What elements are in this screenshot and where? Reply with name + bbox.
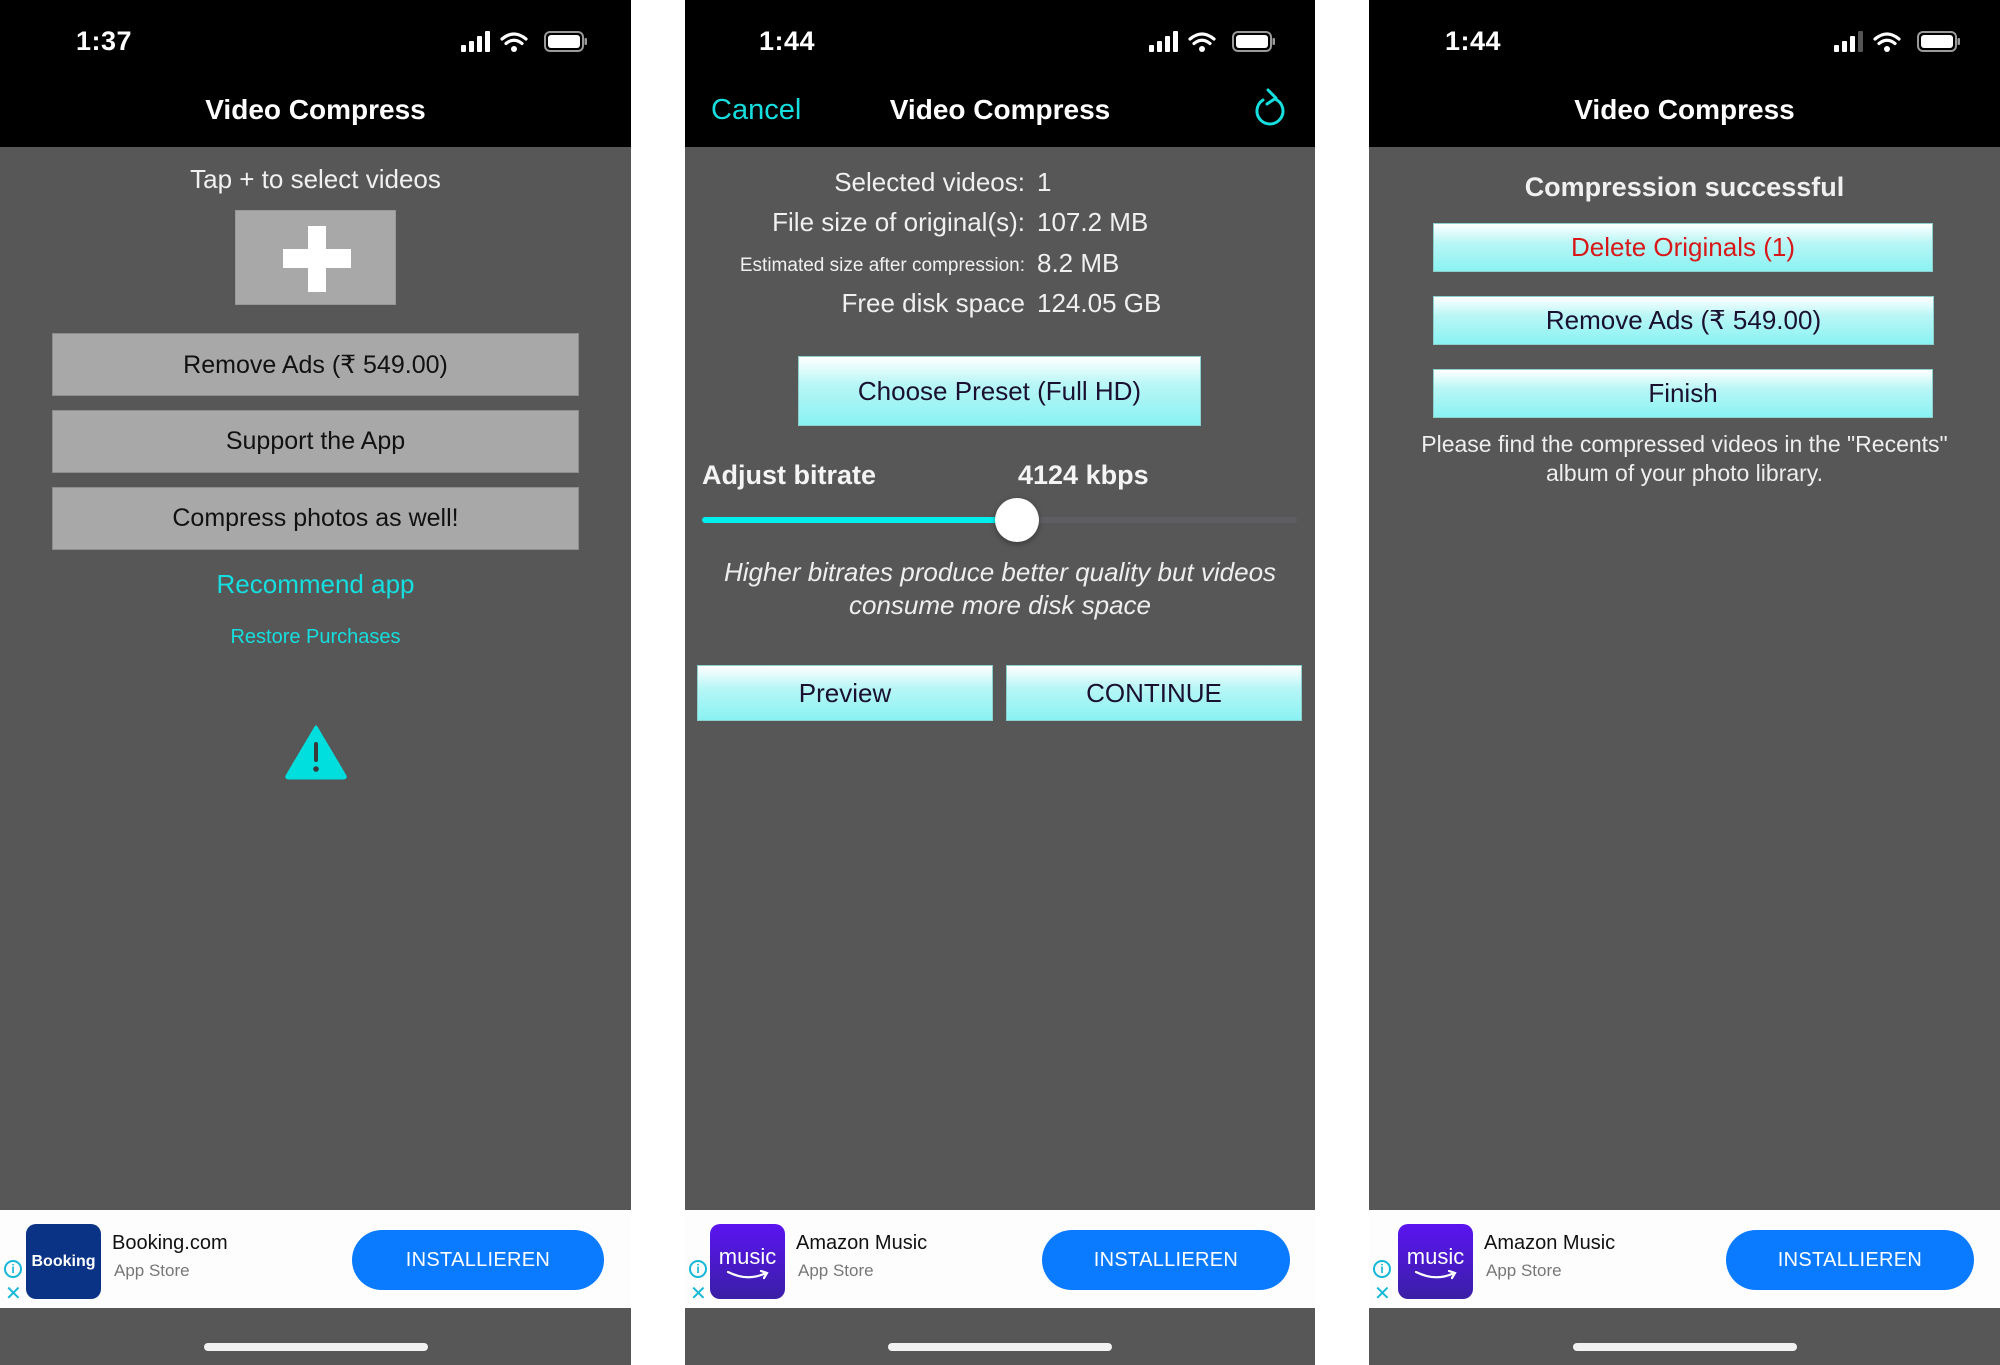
info-label: Selected videos: — [834, 167, 1025, 197]
wifi-icon — [500, 32, 528, 46]
ad-info-icon[interactable]: i — [1373, 1260, 1391, 1278]
status-time: 1:44 — [759, 26, 816, 56]
ad-title: Booking.com — [112, 1232, 228, 1254]
ad-subtitle: App Store — [1486, 1261, 1562, 1280]
finish-button[interactable]: Finish — [1433, 369, 1933, 418]
page-title: Video Compress — [1574, 94, 1795, 125]
ad-close-icon[interactable]: ✕ — [5, 1284, 22, 1304]
slider-thumb[interactable] — [995, 498, 1040, 542]
continue-button[interactable]: CONTINUE — [1006, 665, 1302, 721]
refresh-icon[interactable] — [1249, 86, 1289, 130]
wifi-dot — [1884, 46, 1890, 52]
install-button[interactable]: INSTALLIEREN — [1726, 1230, 1974, 1290]
screen-home: 1:37 Video Compress Tap + to select vide… — [0, 0, 631, 1365]
app-icon-text: music — [718, 1243, 777, 1269]
wifi-icon — [1188, 32, 1216, 46]
status-icons — [1149, 31, 1275, 52]
page-title: Video Compress — [205, 94, 426, 125]
select-videos-prompt: Tap + to select videos — [190, 164, 441, 194]
warning-triangle-icon[interactable] — [284, 724, 348, 780]
amazon-music-app-icon[interactable]: music — [1398, 1224, 1473, 1299]
result-message: Please find the compressed videos in the… — [1421, 431, 1948, 486]
status-time: 1:44 — [1445, 26, 1502, 56]
info-row-estimated-size: Estimated size after compression: 8.2 MB — [685, 247, 1315, 283]
screen-compress-settings: 1:44 Cancel Video Compress Selected vide… — [685, 0, 1315, 1365]
bitrate-value: 4124 kbps — [1018, 460, 1149, 490]
slider-fill — [702, 517, 1018, 523]
home-indicator[interactable] — [203, 1343, 428, 1351]
bitrate-label: Adjust bitrate — [702, 460, 877, 490]
info-label: File size of original(s): — [772, 207, 1025, 237]
remove-ads-button[interactable]: Remove Ads (₹ 549.00) — [52, 333, 579, 396]
compress-photos-button[interactable]: Compress photos as well! — [52, 487, 579, 550]
info-row-original-size: File size of original(s): 107.2 MB — [685, 206, 1315, 242]
ad-banner[interactable]: i ✕ music Amazon Music App Store INSTALL… — [685, 1210, 1315, 1308]
app-icon-text: music — [1406, 1243, 1465, 1269]
ad-title: Amazon Music — [796, 1232, 928, 1254]
status-time: 1:37 — [76, 26, 133, 56]
plus-icon-vertical — [308, 226, 326, 292]
add-videos-button[interactable] — [235, 210, 396, 305]
wifi-icon — [1873, 32, 1901, 46]
status-icons — [1834, 31, 1960, 52]
ad-info-icon[interactable]: i — [4, 1260, 22, 1278]
install-button[interactable]: INSTALLIEREN — [1042, 1230, 1290, 1290]
navigation-bar: 1:37 Video Compress — [0, 0, 631, 147]
status-icons — [461, 31, 587, 52]
amazon-music-app-icon[interactable]: music — [710, 1224, 785, 1299]
result-heading: Compression successful — [1524, 172, 1845, 202]
info-value: 107.2 MB — [1037, 207, 1149, 237]
ad-subtitle: App Store — [114, 1261, 190, 1280]
support-app-button[interactable]: Support the App — [52, 410, 579, 473]
cellular-signal-icon — [1149, 31, 1178, 52]
bitrate-slider[interactable] — [702, 498, 1297, 542]
info-value: 124.05 GB — [1037, 288, 1162, 318]
navigation-bar: 1:44 Video Compress — [1369, 0, 2000, 147]
smile-arrow-icon — [726, 1269, 769, 1279]
recommend-app-link[interactable]: Recommend app — [0, 569, 631, 600]
ad-banner[interactable]: i ✕ music Amazon Music App Store INSTALL… — [1369, 1210, 2000, 1308]
remove-ads-button[interactable]: Remove Ads (₹ 549.00) — [1433, 296, 1934, 345]
cellular-signal-icon — [1834, 31, 1863, 52]
info-label: Estimated size after compression: — [739, 255, 1025, 276]
page-title: Video Compress — [889, 94, 1111, 125]
ad-subtitle: App Store — [798, 1261, 874, 1280]
wifi-dot — [1199, 46, 1205, 52]
ad-banner[interactable]: i ✕ Booking Booking.com App Store INSTAL… — [0, 1210, 631, 1308]
battery-icon — [544, 31, 587, 52]
install-button[interactable]: INSTALLIEREN — [352, 1230, 604, 1290]
delete-originals-button[interactable]: Delete Originals (1) — [1433, 223, 1933, 272]
home-indicator[interactable] — [888, 1343, 1112, 1351]
navigation-bar: 1:44 Cancel Video Compress — [685, 0, 1315, 147]
info-value: 1 — [1037, 167, 1052, 197]
cellular-signal-icon — [461, 31, 490, 52]
ad-close-icon[interactable]: ✕ — [1374, 1284, 1391, 1304]
info-value: 8.2 MB — [1037, 248, 1120, 278]
info-label: Free disk space — [841, 288, 1025, 318]
restore-purchases-link[interactable]: Restore Purchases — [0, 626, 631, 649]
preview-button[interactable]: Preview — [697, 665, 993, 721]
ad-close-icon[interactable]: ✕ — [690, 1284, 707, 1304]
info-row-selected: Selected videos: 1 — [685, 166, 1315, 202]
smile-arrow-icon — [1414, 1269, 1457, 1279]
battery-icon — [1232, 31, 1275, 52]
battery-icon — [1917, 31, 1960, 52]
ad-title: Amazon Music — [1484, 1232, 1616, 1254]
wifi-dot — [511, 46, 517, 52]
screen-compression-result: 1:44 Video Compress Compression successf… — [1369, 0, 2000, 1365]
booking-app-icon[interactable]: Booking — [26, 1224, 101, 1299]
ad-info-icon[interactable]: i — [689, 1260, 707, 1278]
choose-preset-button[interactable]: Choose Preset (Full HD) — [798, 356, 1201, 426]
bitrate-hint: Higher bitrates produce better quality b… — [723, 557, 1277, 620]
home-indicator[interactable] — [1572, 1343, 1797, 1351]
info-row-free-space: Free disk space 124.05 GB — [685, 287, 1315, 323]
